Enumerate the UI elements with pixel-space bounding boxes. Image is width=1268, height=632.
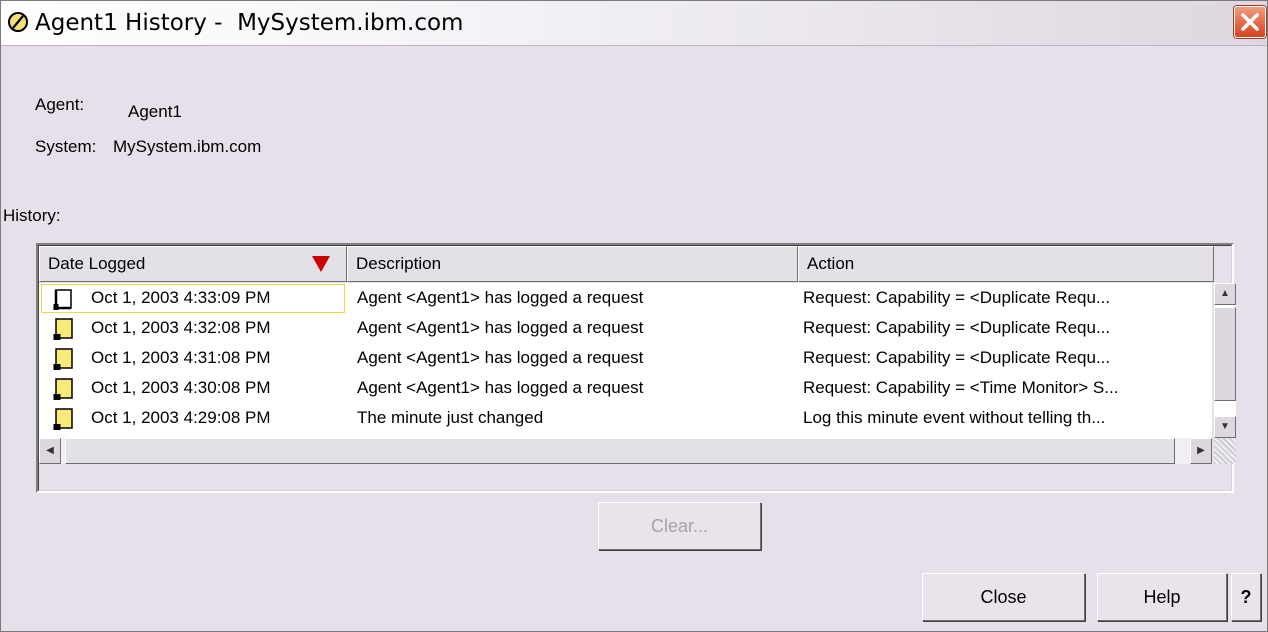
table-body: Oct 1, 2003 4:33:09 PM Agent <Agent1> ha… [39,283,1212,438]
action-cell: Request: Capability = <Duplicate Requ... [803,348,1111,367]
vertical-scrollbar[interactable]: ▲ ▼ [1214,283,1236,438]
action-cell: Request: Capability = <Duplicate Requ... [803,318,1111,337]
history-table[interactable]: Date Logged Description Action Oct 1, 20… [36,243,1236,493]
action-cell: Log this minute event without telling th… [803,408,1106,427]
column-header-date-logged[interactable]: Date Logged [39,246,347,282]
date-logged-cell: Oct 1, 2003 4:30:08 PM [91,378,271,397]
agent-label: Agent: [35,95,85,114]
column-header-label: Date Logged [48,254,146,273]
horizontal-scrollbar[interactable]: ◀ ▶ [39,438,1212,464]
system-value: MySystem.ibm.com [113,137,262,156]
scroll-right-button[interactable]: ▶ [1190,438,1212,464]
column-header-action[interactable]: Action [798,246,1214,282]
sort-descending-icon [312,256,330,272]
column-header-description[interactable]: Description [347,246,798,282]
system-label: System: [35,137,97,156]
action-cell: Request: Capability = <Time Monitor> S..… [803,378,1119,397]
document-icon [53,348,73,370]
date-logged-cell: Oct 1, 2003 4:29:08 PM [91,408,271,427]
scroll-down-button[interactable]: ▼ [1214,416,1236,438]
close-button[interactable]: Close [922,573,1085,621]
whats-this-button[interactable]: ? [1231,573,1261,621]
help-button[interactable]: Help [1097,573,1227,621]
column-header-label: Action [807,254,855,273]
scroll-corner [1214,438,1236,464]
arrow-down-icon: ▼ [1220,421,1230,432]
title-bar[interactable]: Agent1 History - MySystem.ibm.com [1,1,1267,46]
date-logged-cell: Oct 1, 2003 4:32:08 PM [91,318,271,337]
table-row[interactable]: Oct 1, 2003 4:30:08 PM Agent <Agent1> ha… [39,373,1212,403]
close-icon [1241,13,1259,31]
horizontal-scroll-thumb[interactable] [65,438,1175,464]
scroll-up-button[interactable]: ▲ [1214,283,1236,305]
date-logged-cell: Oct 1, 2003 4:33:09 PM [91,288,271,307]
close-window-button[interactable] [1234,6,1266,38]
vertical-scroll-thumb[interactable] [1214,307,1236,401]
table-row[interactable]: Oct 1, 2003 4:29:08 PM The minute just c… [39,403,1212,433]
arrow-left-icon: ◀ [46,445,54,456]
description-cell: Agent <Agent1> has logged a request [357,288,644,307]
clear-button[interactable]: Clear... [598,502,761,550]
date-logged-cell: Oct 1, 2003 4:31:08 PM [91,348,271,367]
arrow-right-icon: ▶ [1197,445,1205,456]
agent-icon [8,12,28,32]
action-cell: Request: Capability = <Duplicate Requ... [803,288,1111,307]
document-icon [53,378,73,400]
document-icon [53,408,73,430]
description-cell: The minute just changed [357,408,544,427]
scroll-left-button[interactable]: ◀ [39,438,61,464]
description-cell: Agent <Agent1> has logged a request [357,318,644,337]
arrow-up-icon: ▲ [1220,288,1230,299]
window-title: Agent1 History - MySystem.ibm.com [35,10,464,36]
description-cell: Agent <Agent1> has logged a request [357,378,644,397]
history-dialog: Agent1 History - MySystem.ibm.com Agent:… [0,0,1268,632]
table-row[interactable]: Oct 1, 2003 4:31:08 PM Agent <Agent1> ha… [39,343,1212,373]
table-row[interactable]: Oct 1, 2003 4:33:09 PM Agent <Agent1> ha… [39,283,1212,313]
column-header-label: Description [356,254,442,273]
document-icon [53,289,72,310]
document-icon [53,318,73,340]
description-cell: Agent <Agent1> has logged a request [357,348,644,367]
table-row[interactable]: Oct 1, 2003 4:32:08 PM Agent <Agent1> ha… [39,313,1212,343]
history-label: History: [3,206,61,225]
agent-value: Agent1 [128,102,182,121]
